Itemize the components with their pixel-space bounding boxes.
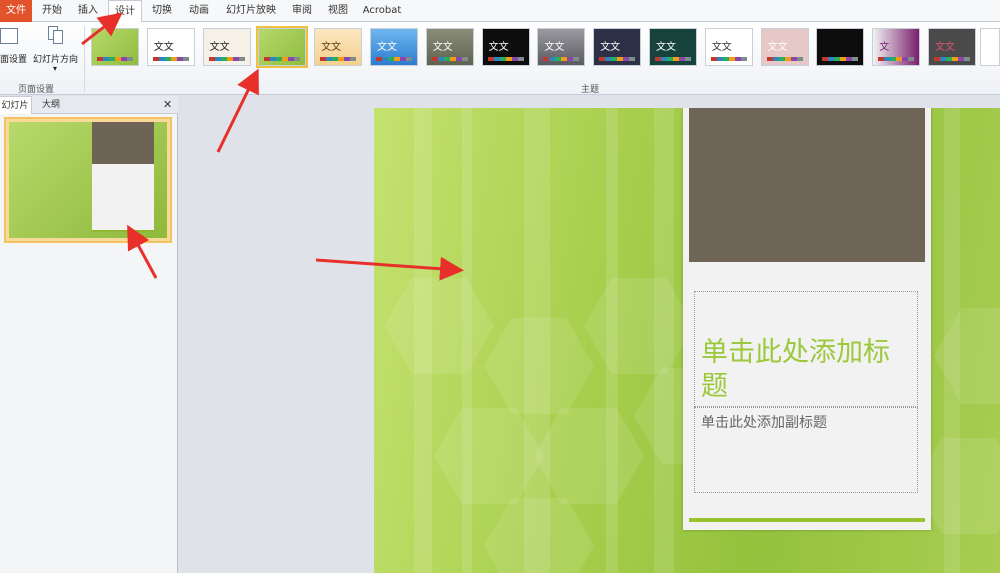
theme-thumbnail[interactable]: 文文 bbox=[202, 28, 251, 66]
thumbnail-background bbox=[9, 122, 167, 238]
theme-thumbnail[interactable]: 文文 bbox=[314, 28, 363, 66]
theme-color-swatches bbox=[710, 57, 747, 61]
theme-sample-text: 文文 bbox=[321, 42, 342, 53]
page-setup-button[interactable]: 面设置 bbox=[0, 52, 27, 65]
tab-9[interactable]: Acrobat bbox=[358, 0, 406, 22]
theme-color-swatches bbox=[487, 57, 524, 61]
tab-4[interactable]: 切换 bbox=[146, 0, 178, 22]
theme-color-swatches bbox=[152, 57, 189, 61]
theme-thumbnail[interactable]: 文文 bbox=[425, 28, 474, 66]
tab-1[interactable]: 开始 bbox=[36, 0, 68, 22]
theme-color-swatches bbox=[97, 57, 133, 61]
theme-sample-text: 文文 bbox=[153, 42, 174, 53]
theme-thumbnail[interactable]: 文文 bbox=[593, 28, 642, 66]
theme-color-swatches bbox=[599, 57, 636, 61]
theme-thumbnail[interactable]: 文文 bbox=[649, 28, 697, 66]
theme-thumbnail[interactable]: 文文 bbox=[370, 28, 418, 66]
theme-thumbnail[interactable] bbox=[256, 26, 309, 68]
panel-tabs: 幻灯片 大纲 ✕ bbox=[0, 96, 178, 114]
theme-color-swatches bbox=[878, 57, 915, 61]
ribbon: 面设置 幻灯片方向 ▾ 页面设置 文文 文文 文文 文文 文文 文文 文文 文文 文文 文文 文文文… bbox=[0, 22, 1000, 95]
theme-thumbnail[interactable]: 文文 bbox=[146, 28, 195, 66]
title-placeholder[interactable]: 单击此处添加标题 bbox=[701, 336, 915, 404]
thumbnail-photo-area bbox=[92, 122, 154, 164]
theme-color-swatches bbox=[543, 57, 580, 61]
tab-8[interactable]: 视图 bbox=[322, 0, 354, 22]
theme-color-swatches bbox=[934, 57, 970, 61]
tab-6[interactable]: 幻灯片放映 bbox=[220, 0, 282, 22]
theme-color-swatches bbox=[655, 57, 691, 61]
slide[interactable]: 单击此处添加标题 单击此处添加副标题 bbox=[374, 108, 1000, 573]
thumbnail-accent-line bbox=[92, 230, 154, 232]
theme-color-swatches bbox=[320, 57, 357, 61]
theme-thumbnail[interactable]: 文文 bbox=[928, 28, 976, 66]
subtitle-placeholder[interactable]: 单击此处添加副标题 bbox=[701, 412, 827, 432]
theme-sample-text: 文文 bbox=[767, 42, 788, 53]
ribbon-tab-bar: 文件 开始 插入 设计 切换 动画 幻灯片放映 审阅 视图 Acrobat bbox=[0, 0, 1000, 23]
theme-color-swatches bbox=[376, 57, 412, 61]
theme-scroll-button[interactable] bbox=[980, 28, 1000, 66]
thumbnail-text-area bbox=[92, 164, 154, 230]
tab-0[interactable]: 文件 bbox=[0, 0, 32, 22]
theme-thumbnail[interactable] bbox=[91, 28, 139, 66]
tab-7[interactable]: 审阅 bbox=[286, 0, 318, 22]
theme-thumbnail[interactable]: 文文 bbox=[704, 28, 753, 66]
accent-bar bbox=[689, 518, 925, 522]
theme-sample-text: 文 bbox=[879, 42, 890, 53]
theme-sample-text: 文文 bbox=[209, 42, 230, 53]
theme-thumbnail[interactable]: 文文 bbox=[537, 28, 586, 66]
dropdown-arrow-icon[interactable]: ▾ bbox=[53, 64, 57, 73]
slides-panel: 幻灯片 大纲 ✕ bbox=[0, 96, 178, 573]
theme-sample-text: 文文 bbox=[656, 42, 676, 53]
slide-thumbnail[interactable] bbox=[4, 117, 172, 243]
theme-color-swatches bbox=[208, 57, 245, 61]
tab-5[interactable]: 动画 bbox=[182, 0, 216, 22]
photo-placeholder bbox=[689, 108, 925, 262]
tab-3[interactable]: 设计 bbox=[108, 0, 142, 23]
theme-thumbnail[interactable]: 文文 bbox=[481, 28, 530, 66]
theme-color-swatches bbox=[264, 57, 301, 61]
group-divider bbox=[84, 26, 85, 92]
page-setup-icon[interactable] bbox=[0, 28, 18, 44]
theme-sample-text: 文文 bbox=[600, 42, 621, 53]
slide-canvas: 单击此处添加标题 单击此处添加副标题 bbox=[179, 96, 1000, 573]
theme-sample-text: 文文 bbox=[544, 42, 565, 53]
theme-color-swatches bbox=[766, 57, 803, 61]
title-placeholder-box[interactable]: 单击此处添加标题 bbox=[694, 291, 918, 407]
theme-color-swatches bbox=[431, 57, 468, 61]
theme-sample-text: 文文 bbox=[711, 42, 732, 53]
theme-sample-text: 文文 bbox=[935, 42, 955, 53]
tab-outline[interactable]: 大纲 bbox=[42, 96, 60, 114]
theme-sample-text: 文文 bbox=[488, 42, 509, 53]
page-setup-group-label: 页面设置 bbox=[18, 85, 55, 95]
theme-thumbnail[interactable] bbox=[816, 28, 865, 66]
tab-slides[interactable]: 幻灯片 bbox=[0, 96, 32, 114]
theme-thumbnail[interactable]: 文 bbox=[872, 28, 921, 66]
theme-sample-text: 文文 bbox=[432, 42, 453, 53]
slide-orientation-icon[interactable] bbox=[46, 26, 64, 44]
close-icon[interactable]: ✕ bbox=[163, 98, 172, 111]
themes-group-label: 主题 bbox=[581, 85, 600, 95]
theme-thumbnail[interactable]: 文文 bbox=[760, 28, 809, 66]
tab-2[interactable]: 插入 bbox=[72, 0, 104, 22]
subtitle-placeholder-box[interactable]: 单击此处添加副标题 bbox=[694, 407, 918, 493]
theme-sample-text: 文文 bbox=[377, 42, 397, 53]
theme-color-swatches bbox=[822, 57, 859, 61]
title-card: 单击此处添加标题 单击此处添加副标题 bbox=[683, 108, 931, 530]
